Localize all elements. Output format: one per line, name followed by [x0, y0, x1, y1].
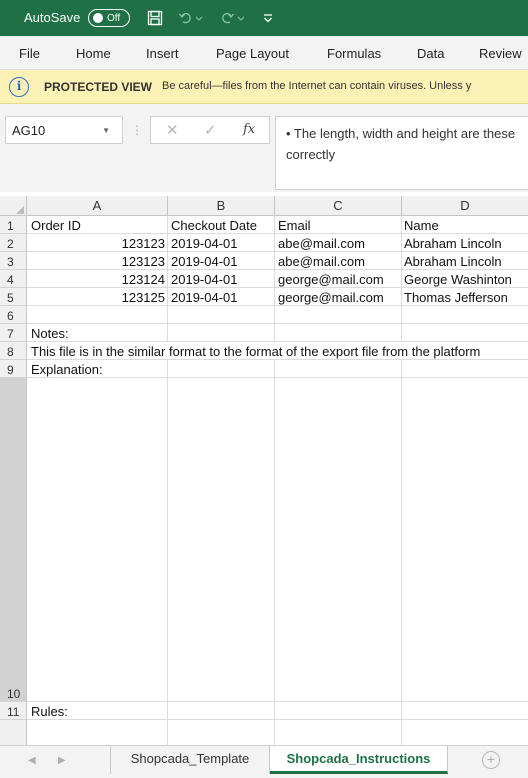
scroll-tabs-right-icon[interactable]: ▶	[58, 755, 66, 766]
cell-a5[interactable]: 123125	[31, 289, 165, 306]
column-header-a[interactable]: A	[27, 196, 168, 216]
cell-c1[interactable]: Email	[278, 217, 400, 234]
row-header-6[interactable]: 6	[0, 306, 27, 324]
formula-buttons: ✕ ✓ fx	[150, 116, 270, 144]
row-header-11[interactable]: 11	[0, 702, 27, 720]
tab-formulas[interactable]: Formulas	[327, 46, 381, 61]
autosave-toggle[interactable]: Off	[88, 9, 130, 27]
undo-icon[interactable]	[176, 7, 196, 29]
spreadsheet-grid[interactable]: A B C D 1 2 3 4 5 6 7 8 9 10 11 Order ID…	[0, 192, 528, 745]
row-header-5[interactable]: 5	[0, 288, 27, 306]
cell-c5[interactable]: george@mail.com	[278, 289, 400, 306]
tab-review[interactable]: Review	[479, 46, 522, 61]
cell-a11[interactable]: Rules:	[31, 703, 165, 720]
sheet-tab-shopcada-instructions[interactable]: Shopcada_Instructions	[270, 746, 448, 774]
tab-data[interactable]: Data	[417, 46, 444, 61]
tab-home[interactable]: Home	[76, 46, 111, 61]
row-header-10[interactable]: 10	[0, 378, 27, 702]
row-header-3[interactable]: 3	[0, 252, 27, 270]
add-sheet-icon[interactable]: +	[482, 751, 500, 769]
cell-a9[interactable]: Explanation:	[31, 361, 165, 378]
scroll-tabs-left-icon[interactable]: ◀	[28, 755, 36, 766]
row-header-8[interactable]: 8	[0, 342, 27, 360]
row-header-7[interactable]: 7	[0, 324, 27, 342]
cell-d4[interactable]: George Washinton	[404, 271, 526, 288]
row-header-9[interactable]: 9	[0, 360, 27, 378]
cell-b1[interactable]: Checkout Date	[171, 217, 273, 234]
cell-b2[interactable]: 2019-04-01	[171, 235, 273, 252]
cell-b4[interactable]: 2019-04-01	[171, 271, 273, 288]
formula-input[interactable]: • The length, width and height are these…	[275, 116, 528, 190]
redo-icon[interactable]	[217, 7, 237, 29]
protected-view-title: PROTECTED VIEW	[44, 80, 153, 94]
undo-dropdown-icon[interactable]	[194, 7, 204, 29]
cell-c4[interactable]: george@mail.com	[278, 271, 400, 288]
cell-b5[interactable]: 2019-04-01	[171, 289, 273, 306]
cancel-icon[interactable]: ✕	[166, 121, 179, 139]
toggle-knob	[93, 13, 103, 23]
info-icon: i	[9, 77, 29, 97]
sheet-tab-shopcada-template[interactable]: Shopcada_Template	[110, 746, 270, 774]
cell-d5[interactable]: Thomas Jefferson	[404, 289, 526, 306]
cell-d2[interactable]: Abraham Lincoln	[404, 235, 526, 252]
name-box[interactable]: AG10 ▼	[5, 116, 123, 144]
tab-page-layout[interactable]: Page Layout	[216, 46, 289, 61]
resize-handle-icon[interactable]: ⋮	[131, 123, 143, 137]
cell-b3[interactable]: 2019-04-01	[171, 253, 273, 270]
row-header-4[interactable]: 4	[0, 270, 27, 288]
column-header-c[interactable]: C	[275, 196, 402, 216]
cell-c2[interactable]: abe@mail.com	[278, 235, 400, 252]
select-all-button[interactable]	[0, 196, 27, 216]
cell-a7[interactable]: Notes:	[31, 325, 165, 342]
sheet-tab-bar: ◀ ▶ Shopcada_Template Shopcada_Instructi…	[0, 745, 528, 778]
row-header-12[interactable]	[0, 720, 27, 745]
cell-a3[interactable]: 123123	[31, 253, 165, 270]
cell-a4[interactable]: 123124	[31, 271, 165, 288]
title-bar: AutoSave Off	[0, 0, 528, 36]
chevron-down-icon[interactable]: ▼	[102, 126, 110, 135]
enter-check-icon[interactable]: ✓	[204, 121, 217, 139]
ribbon-tabs: File Home Insert Page Layout Formulas Da…	[0, 36, 528, 70]
cell-c3[interactable]: abe@mail.com	[278, 253, 400, 270]
row-header-2[interactable]: 2	[0, 234, 27, 252]
tab-insert[interactable]: Insert	[146, 46, 179, 61]
column-header-d[interactable]: D	[402, 196, 528, 216]
cell-a2[interactable]: 123123	[31, 235, 165, 252]
tab-file[interactable]: File	[19, 46, 40, 61]
cell-d3[interactable]: Abraham Lincoln	[404, 253, 526, 270]
cell-a8[interactable]: This file is in the similar format to th…	[31, 343, 528, 360]
column-headers: A B C D	[0, 196, 528, 216]
autosave-label: AutoSave	[24, 10, 81, 25]
formula-area: AG10 ▼ ⋮ ✕ ✓ fx • The length, width and …	[0, 104, 528, 192]
save-icon[interactable]	[145, 7, 165, 29]
cell-d1[interactable]: Name	[404, 217, 526, 234]
protected-view-bar: i PROTECTED VIEW Be careful—files from t…	[0, 70, 528, 104]
insert-function-icon[interactable]: fx	[243, 122, 255, 137]
customize-icon[interactable]	[258, 7, 278, 29]
row-header-1[interactable]: 1	[0, 216, 27, 234]
cell-a1[interactable]: Order ID	[31, 217, 165, 234]
autosave-toggle-state: Off	[107, 12, 121, 24]
name-box-value: AG10	[12, 123, 46, 138]
column-header-b[interactable]: B	[168, 196, 275, 216]
redo-dropdown-icon[interactable]	[236, 7, 246, 29]
protected-view-message: Be careful—files from the Internet can c…	[162, 80, 472, 92]
